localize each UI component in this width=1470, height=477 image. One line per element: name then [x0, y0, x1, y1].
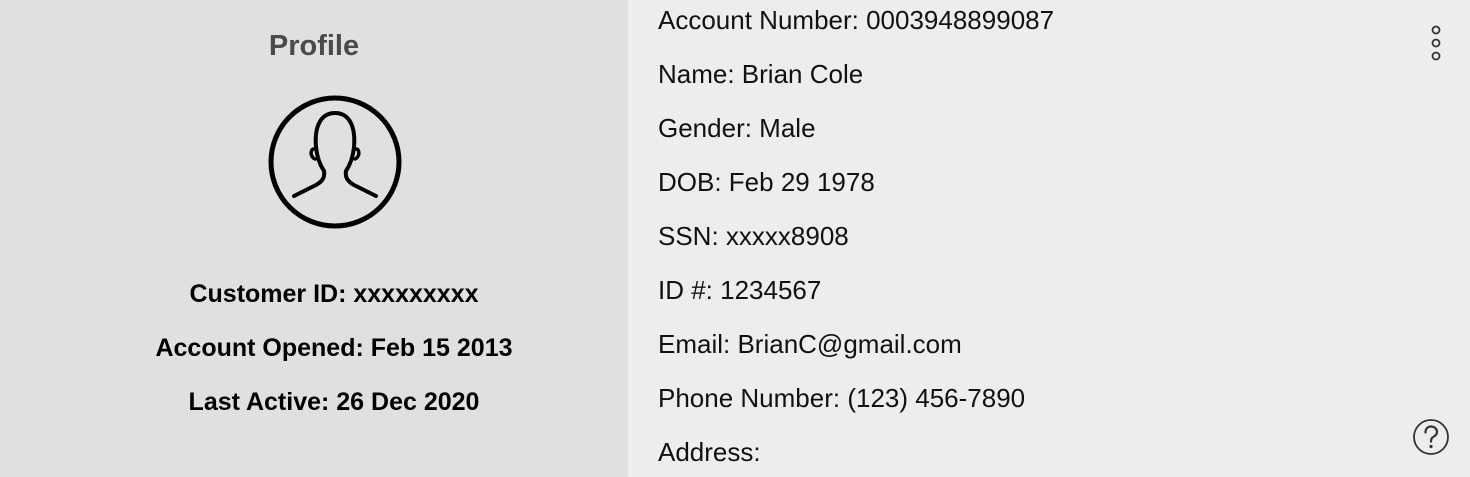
id-number-field: ID #: 1234567: [658, 275, 822, 305]
gender-field: Gender: Male: [658, 113, 816, 143]
profile-panel: Profile Customer ID: xxxxxxxxx Account O…: [0, 0, 628, 477]
account-number: Account Number: 0003948899087: [658, 5, 1055, 35]
customer-id: Customer ID: xxxxxxxxx: [189, 280, 479, 308]
user-avatar-icon: [268, 95, 402, 229]
phone-field: Phone Number: (123) 456-7890: [658, 383, 1026, 413]
account-opened: Account Opened: Feb 15 2013: [155, 334, 513, 362]
help-icon[interactable]: [1412, 418, 1450, 456]
dob-field: DOB: Feb 29 1978: [658, 167, 875, 197]
more-vertical-icon[interactable]: [1426, 24, 1446, 64]
ssn-field: SSN: xxxxx8908: [658, 221, 849, 251]
last-active: Last Active: 26 Dec 2020: [188, 388, 480, 416]
profile-title: Profile: [268, 30, 360, 62]
address-field: Address:: [658, 437, 761, 467]
email-field: Email: BrianC@gmail.com: [658, 329, 962, 359]
name-field: Name: Brian Cole: [658, 59, 864, 89]
details-panel: Account Number: 0003948899087 Name: Bria…: [628, 0, 1470, 477]
